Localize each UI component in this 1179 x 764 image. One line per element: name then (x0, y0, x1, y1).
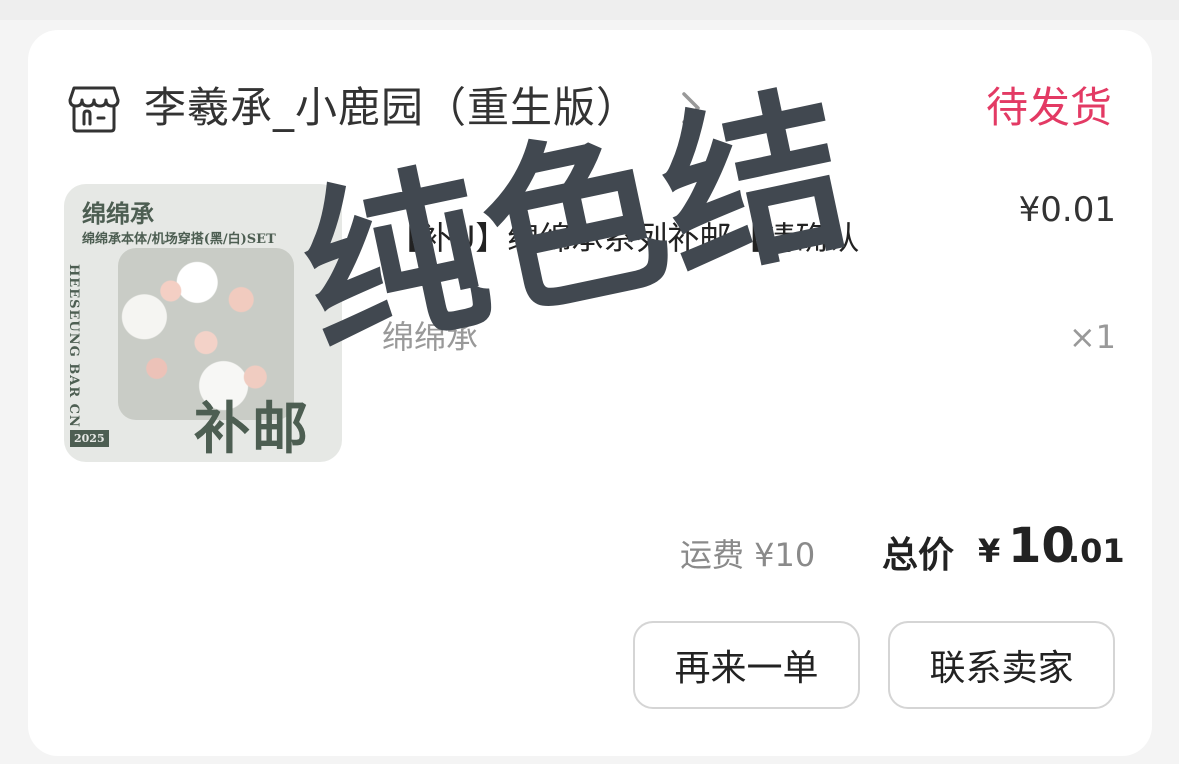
total-currency: ¥ (978, 532, 1001, 570)
total-integer: 10 (1008, 518, 1075, 574)
contact-seller-button[interactable]: 联系卖家 (888, 621, 1115, 709)
thumbnail-stamp: 补邮 (194, 397, 310, 462)
top-strip (0, 0, 1179, 20)
thumbnail-title: 绵绵承 (82, 199, 154, 228)
thumbnail-subtitle: 绵绵承本体/机场穿搭(黑/白)SET (82, 232, 276, 247)
reorder-button[interactable]: 再来一单 (633, 621, 860, 709)
order-status: 待发货 (985, 83, 1112, 132)
order-card[interactable]: 李羲承_小鹿园（重生版） 待发货 绵绵承 绵绵承本体/机场穿搭(黑/白)SET … (28, 30, 1152, 756)
thumbnail-year: 2025 (70, 430, 109, 447)
product-price: ¥0.01 (1018, 190, 1116, 230)
store-icon (68, 86, 120, 133)
thumbnail-side-text: HEESEUNG BAR CN (66, 264, 81, 428)
total-decimal: .01 (1068, 532, 1125, 570)
product-quantity: ×1 (1068, 318, 1116, 356)
shipping-fee: 运费 ¥10 (680, 536, 816, 574)
total-label: 总价 (882, 535, 955, 576)
